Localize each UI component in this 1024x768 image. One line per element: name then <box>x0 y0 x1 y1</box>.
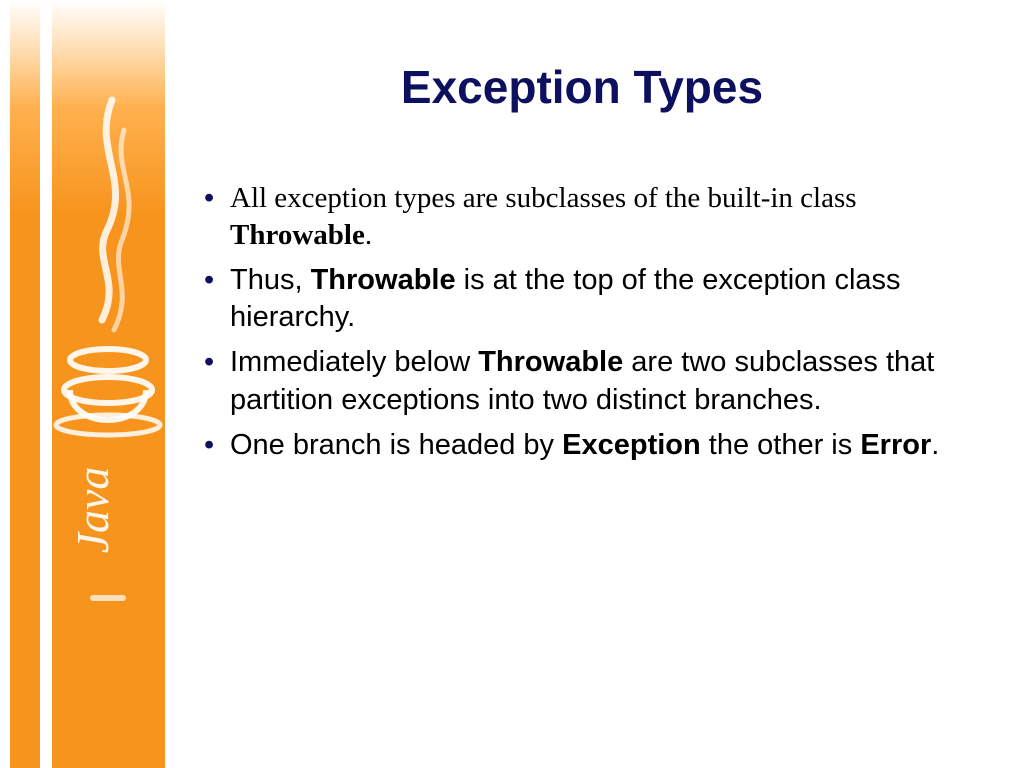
bullet-text-bold: Exception <box>562 429 701 461</box>
bullet-text-bold2: Error <box>860 429 931 461</box>
slide-title: Exception Types <box>200 60 964 114</box>
bullet-text-pre: All exception types are subclasses of th… <box>230 182 857 214</box>
bullet-text-pre: Thus, <box>230 264 311 296</box>
bullet-item: One branch is headed by Exception the ot… <box>200 427 964 464</box>
sidebar-strip-thin <box>10 0 40 768</box>
bullet-text-post: . <box>365 219 372 251</box>
bullet-list: All exception types are subclasses of th… <box>200 180 964 464</box>
slide: Java Exception Types All exception types… <box>0 0 1024 768</box>
bullet-item: All exception types are subclasses of th… <box>200 180 964 254</box>
bullet-text-bold: Throwable <box>311 264 456 296</box>
sidebar-java-banner: Java <box>10 0 165 768</box>
bullet-text-pre: Immediately below <box>230 346 478 378</box>
bullet-item: Thus, Throwable is at the top of the exc… <box>200 262 964 336</box>
java-logo-icon: Java <box>52 90 165 610</box>
svg-text:Java: Java <box>67 467 118 554</box>
bullet-text-pre: One branch is headed by <box>230 429 562 461</box>
sidebar-strip-gap <box>40 0 52 768</box>
sidebar-strip-wide: Java <box>52 0 165 768</box>
bullet-item: Immediately below Throwable are two subc… <box>200 344 964 418</box>
bullet-text-bold: Throwable <box>478 346 623 378</box>
slide-body: All exception types are subclasses of th… <box>200 180 964 472</box>
bullet-text-post: . <box>931 429 939 461</box>
bullet-text-mid: the other is <box>701 429 861 461</box>
bullet-text-bold: Throwable <box>230 219 365 251</box>
